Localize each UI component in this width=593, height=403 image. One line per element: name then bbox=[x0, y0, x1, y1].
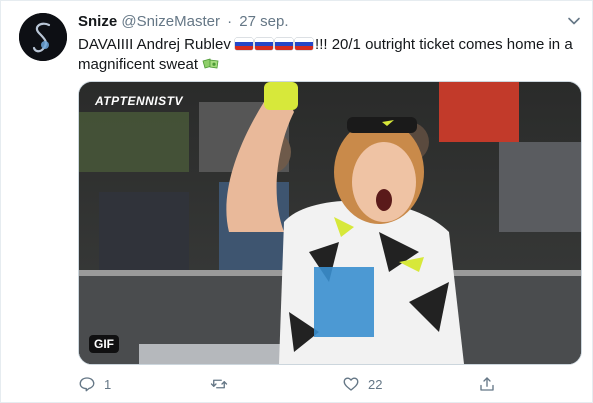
gif-badge: GIF bbox=[89, 335, 119, 353]
avatar[interactable] bbox=[19, 13, 67, 61]
tweet-header: Snize @SnizeMaster · 27 sep. bbox=[78, 13, 289, 31]
tennis-player-image bbox=[79, 82, 581, 364]
reply-count: 1 bbox=[104, 376, 112, 392]
tweet-card[interactable]: Snize @SnizeMaster · 27 sep. DAVAIIII An… bbox=[0, 0, 593, 403]
tweet-text: DAVAIIII Andrej Rublev !!! 20/1 outright… bbox=[78, 35, 583, 75]
heart-icon bbox=[343, 377, 359, 391]
russia-flag-icon bbox=[235, 38, 254, 50]
retweet-button[interactable] bbox=[210, 374, 236, 394]
tweet-date[interactable]: 27 sep. bbox=[239, 13, 288, 30]
money-with-wings-icon bbox=[202, 58, 219, 69]
author-handle[interactable]: @SnizeMaster bbox=[121, 13, 220, 30]
reply-button[interactable]: 1 bbox=[78, 374, 111, 394]
like-button[interactable]: 22 bbox=[342, 374, 382, 394]
author-name[interactable]: Snize bbox=[78, 13, 117, 30]
tweet-media-gif[interactable]: ATPTENNISTV GIF bbox=[78, 81, 582, 365]
separator-dot: · bbox=[227, 13, 233, 30]
russia-flag-icon bbox=[295, 38, 314, 50]
share-icon bbox=[480, 377, 494, 391]
reply-icon bbox=[79, 377, 95, 392]
watermark-logo: ATPTENNISTV bbox=[95, 94, 183, 108]
retweet-icon bbox=[210, 379, 228, 389]
share-button[interactable] bbox=[478, 374, 504, 394]
like-count: 22 bbox=[368, 376, 383, 392]
tweet-text-part-1: DAVAIIII Andrej Rublev bbox=[78, 36, 236, 53]
russia-flag-icon bbox=[275, 38, 294, 50]
avatar-logo-icon bbox=[19, 13, 67, 61]
tweet-actions: 1 22 bbox=[78, 374, 498, 394]
russia-flag-icon bbox=[255, 38, 274, 50]
chevron-down-icon[interactable] bbox=[566, 13, 582, 29]
